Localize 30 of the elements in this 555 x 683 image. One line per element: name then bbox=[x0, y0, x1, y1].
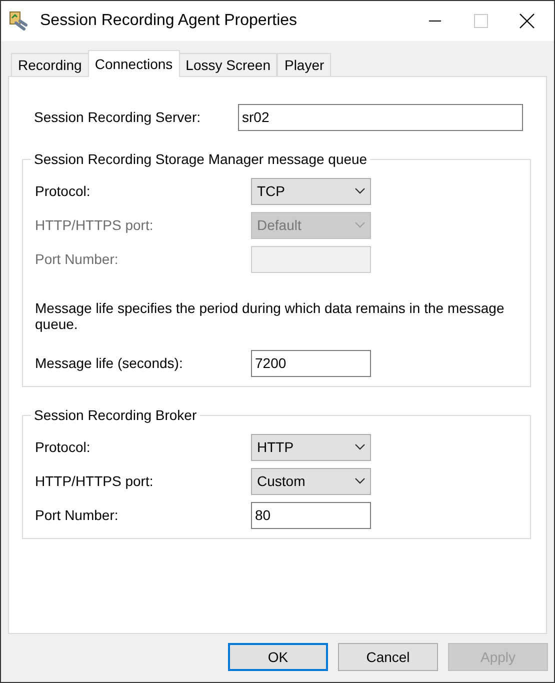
tab[interactable]: Connections bbox=[88, 50, 180, 77]
field-label: Message life (seconds): bbox=[35, 354, 184, 373]
dropdown[interactable]: Custom bbox=[251, 468, 371, 494]
tab[interactable]: Recording bbox=[11, 53, 89, 77]
dialog-button[interactable]: OK bbox=[228, 643, 328, 671]
dropdown[interactable]: HTTP bbox=[251, 434, 371, 460]
caret-icon bbox=[355, 222, 365, 228]
input-field[interactable]: 7200 bbox=[251, 350, 371, 376]
field-label: HTTP/HTTPS port: bbox=[35, 216, 154, 235]
minimize-icon bbox=[429, 20, 441, 22]
tab[interactable]: Player bbox=[277, 53, 332, 77]
maximize-icon bbox=[474, 14, 488, 28]
message-life-note: Message life specifies the period during which data remains in the message queue. bbox=[35, 300, 506, 332]
window-title: Session Recording Agent Properties bbox=[40, 11, 298, 31]
field-label: HTTP/HTTPS port: bbox=[35, 472, 154, 491]
field-label: Protocol: bbox=[35, 438, 92, 456]
caret-icon bbox=[355, 444, 365, 450]
dialog-button[interactable]: Cancel bbox=[338, 643, 438, 671]
field-label: Port Number: bbox=[35, 250, 120, 268]
server-label: Session Recording Server: bbox=[34, 108, 202, 127]
dropdown[interactable]: TCP bbox=[251, 178, 371, 204]
server-input[interactable]: sr02 bbox=[238, 104, 523, 131]
caret-icon bbox=[355, 188, 365, 194]
field-label: Port Number: bbox=[35, 506, 120, 524]
app-icon bbox=[8, 11, 28, 31]
caret-icon bbox=[355, 478, 365, 484]
field-label: Protocol: bbox=[35, 182, 92, 200]
input-field[interactable]: 80 bbox=[251, 502, 371, 528]
close-icon bbox=[519, 13, 535, 29]
tab[interactable]: Lossy Screen bbox=[178, 53, 278, 77]
